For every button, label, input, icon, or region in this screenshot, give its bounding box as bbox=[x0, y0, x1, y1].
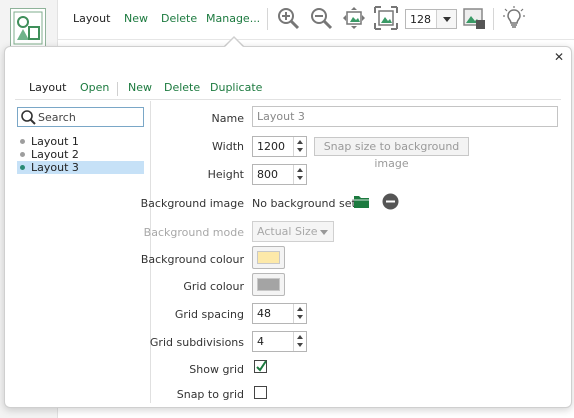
toolbar-new-link[interactable]: New bbox=[124, 12, 148, 25]
stepper-down-icon[interactable] bbox=[297, 315, 303, 319]
show-grid-label: Show grid bbox=[189, 363, 244, 376]
new-layout-link[interactable]: New bbox=[128, 81, 152, 94]
height-stepper[interactable]: 800 bbox=[252, 164, 307, 185]
name-label: Name bbox=[211, 112, 244, 125]
height-value: 800 bbox=[257, 168, 278, 181]
toolbar-layout-label: Layout bbox=[73, 12, 111, 25]
bullet-icon bbox=[20, 139, 25, 144]
folder-icon[interactable] bbox=[353, 194, 370, 209]
grid-spacing-value: 48 bbox=[257, 307, 271, 320]
popup-layout-label: Layout bbox=[29, 81, 67, 94]
toolbar-divider bbox=[267, 8, 268, 30]
bullet-icon bbox=[20, 152, 25, 157]
toolbar-divider bbox=[493, 8, 494, 30]
layout-search-box[interactable] bbox=[17, 107, 144, 127]
popup-pointer-fill bbox=[225, 38, 243, 47]
layout-item-label: Layout 3 bbox=[31, 161, 79, 174]
grid-subdivisions-stepper[interactable]: 4 bbox=[252, 331, 307, 352]
zoom-dropdown-button[interactable] bbox=[436, 10, 456, 28]
stepper-up-icon[interactable] bbox=[297, 140, 303, 144]
layout-list-item[interactable]: Layout 2 bbox=[17, 148, 144, 161]
stepper-up-icon[interactable] bbox=[297, 168, 303, 172]
remove-background-icon[interactable] bbox=[382, 193, 399, 210]
layout-list-item[interactable]: Layout 1 bbox=[17, 135, 144, 148]
stepper-arrows[interactable] bbox=[293, 304, 306, 323]
delete-layout-link[interactable]: Delete bbox=[164, 81, 200, 94]
grid-subdivisions-label: Grid subdivisions bbox=[149, 336, 244, 349]
search-icon bbox=[21, 110, 36, 125]
stepper-down-icon[interactable] bbox=[297, 148, 303, 152]
width-label: Width bbox=[212, 140, 244, 153]
layout-list-item-selected[interactable]: Layout 3 bbox=[17, 161, 144, 174]
height-label: Height bbox=[207, 168, 244, 181]
layout-list: Layout 1 Layout 2 Layout 3 bbox=[17, 135, 144, 174]
bullet-icon bbox=[20, 165, 25, 170]
background-image-label: Background image bbox=[140, 197, 244, 210]
background-colour-button[interactable] bbox=[252, 246, 285, 269]
grid-subdivisions-value: 4 bbox=[257, 335, 264, 348]
width-value: 1200 bbox=[257, 140, 285, 153]
stepper-up-icon[interactable] bbox=[297, 335, 303, 339]
popup-header-divider bbox=[15, 99, 561, 100]
background-colour-swatch bbox=[257, 251, 280, 264]
search-input[interactable] bbox=[38, 110, 138, 124]
toolbar-manage-link[interactable]: Manage... bbox=[206, 12, 260, 25]
grid-colour-swatch bbox=[257, 278, 280, 291]
stepper-arrows[interactable] bbox=[293, 165, 306, 184]
grid-colour-label: Grid colour bbox=[183, 280, 244, 293]
layout-item-label: Layout 2 bbox=[31, 148, 79, 161]
grid-colour-button[interactable] bbox=[252, 273, 285, 296]
stepper-down-icon[interactable] bbox=[297, 343, 303, 347]
stepper-arrows[interactable] bbox=[293, 137, 306, 156]
fit-image-icon[interactable] bbox=[374, 6, 398, 30]
width-stepper[interactable]: 1200 bbox=[252, 136, 307, 157]
zoom-in-icon[interactable] bbox=[276, 6, 300, 30]
panel-divider bbox=[150, 101, 151, 403]
open-layout-link[interactable]: Open bbox=[80, 81, 109, 94]
background-colour-label: Background colour bbox=[140, 253, 244, 266]
app-logo[interactable] bbox=[10, 8, 46, 48]
layout-item-label: Layout 1 bbox=[31, 135, 79, 148]
fit-view-icon[interactable] bbox=[342, 6, 366, 30]
popup-action-divider bbox=[117, 82, 118, 96]
duplicate-layout-link[interactable]: Duplicate bbox=[210, 81, 262, 94]
stepper-down-icon[interactable] bbox=[297, 176, 303, 180]
background-image-value: No background set bbox=[252, 197, 356, 210]
grid-spacing-stepper[interactable]: 48 bbox=[252, 303, 307, 324]
toolbar-delete-link[interactable]: Delete bbox=[161, 12, 197, 25]
background-mode-select[interactable]: Actual Size bbox=[252, 221, 334, 242]
checkmark-icon bbox=[256, 360, 267, 372]
snap-to-grid-label: Snap to grid bbox=[176, 388, 244, 401]
snap-to-grid-checkbox[interactable] bbox=[254, 386, 267, 399]
show-grid-checkbox[interactable] bbox=[254, 360, 267, 373]
grid-spacing-label: Grid spacing bbox=[174, 308, 244, 321]
close-icon[interactable]: ✕ bbox=[553, 51, 565, 63]
lightbulb-icon[interactable] bbox=[502, 6, 526, 30]
stepper-up-icon[interactable] bbox=[297, 307, 303, 311]
stepper-arrows[interactable] bbox=[293, 332, 306, 351]
background-image-icon[interactable] bbox=[462, 6, 486, 30]
background-mode-label: Background mode bbox=[143, 226, 244, 239]
name-field[interactable]: Layout 3 bbox=[252, 106, 558, 127]
zoom-out-icon[interactable] bbox=[309, 6, 333, 30]
snap-size-button[interactable]: Snap size to background image bbox=[314, 137, 469, 170]
manage-layouts-popup: ✕ Layout Open New Delete Duplicate Layou… bbox=[4, 46, 572, 408]
